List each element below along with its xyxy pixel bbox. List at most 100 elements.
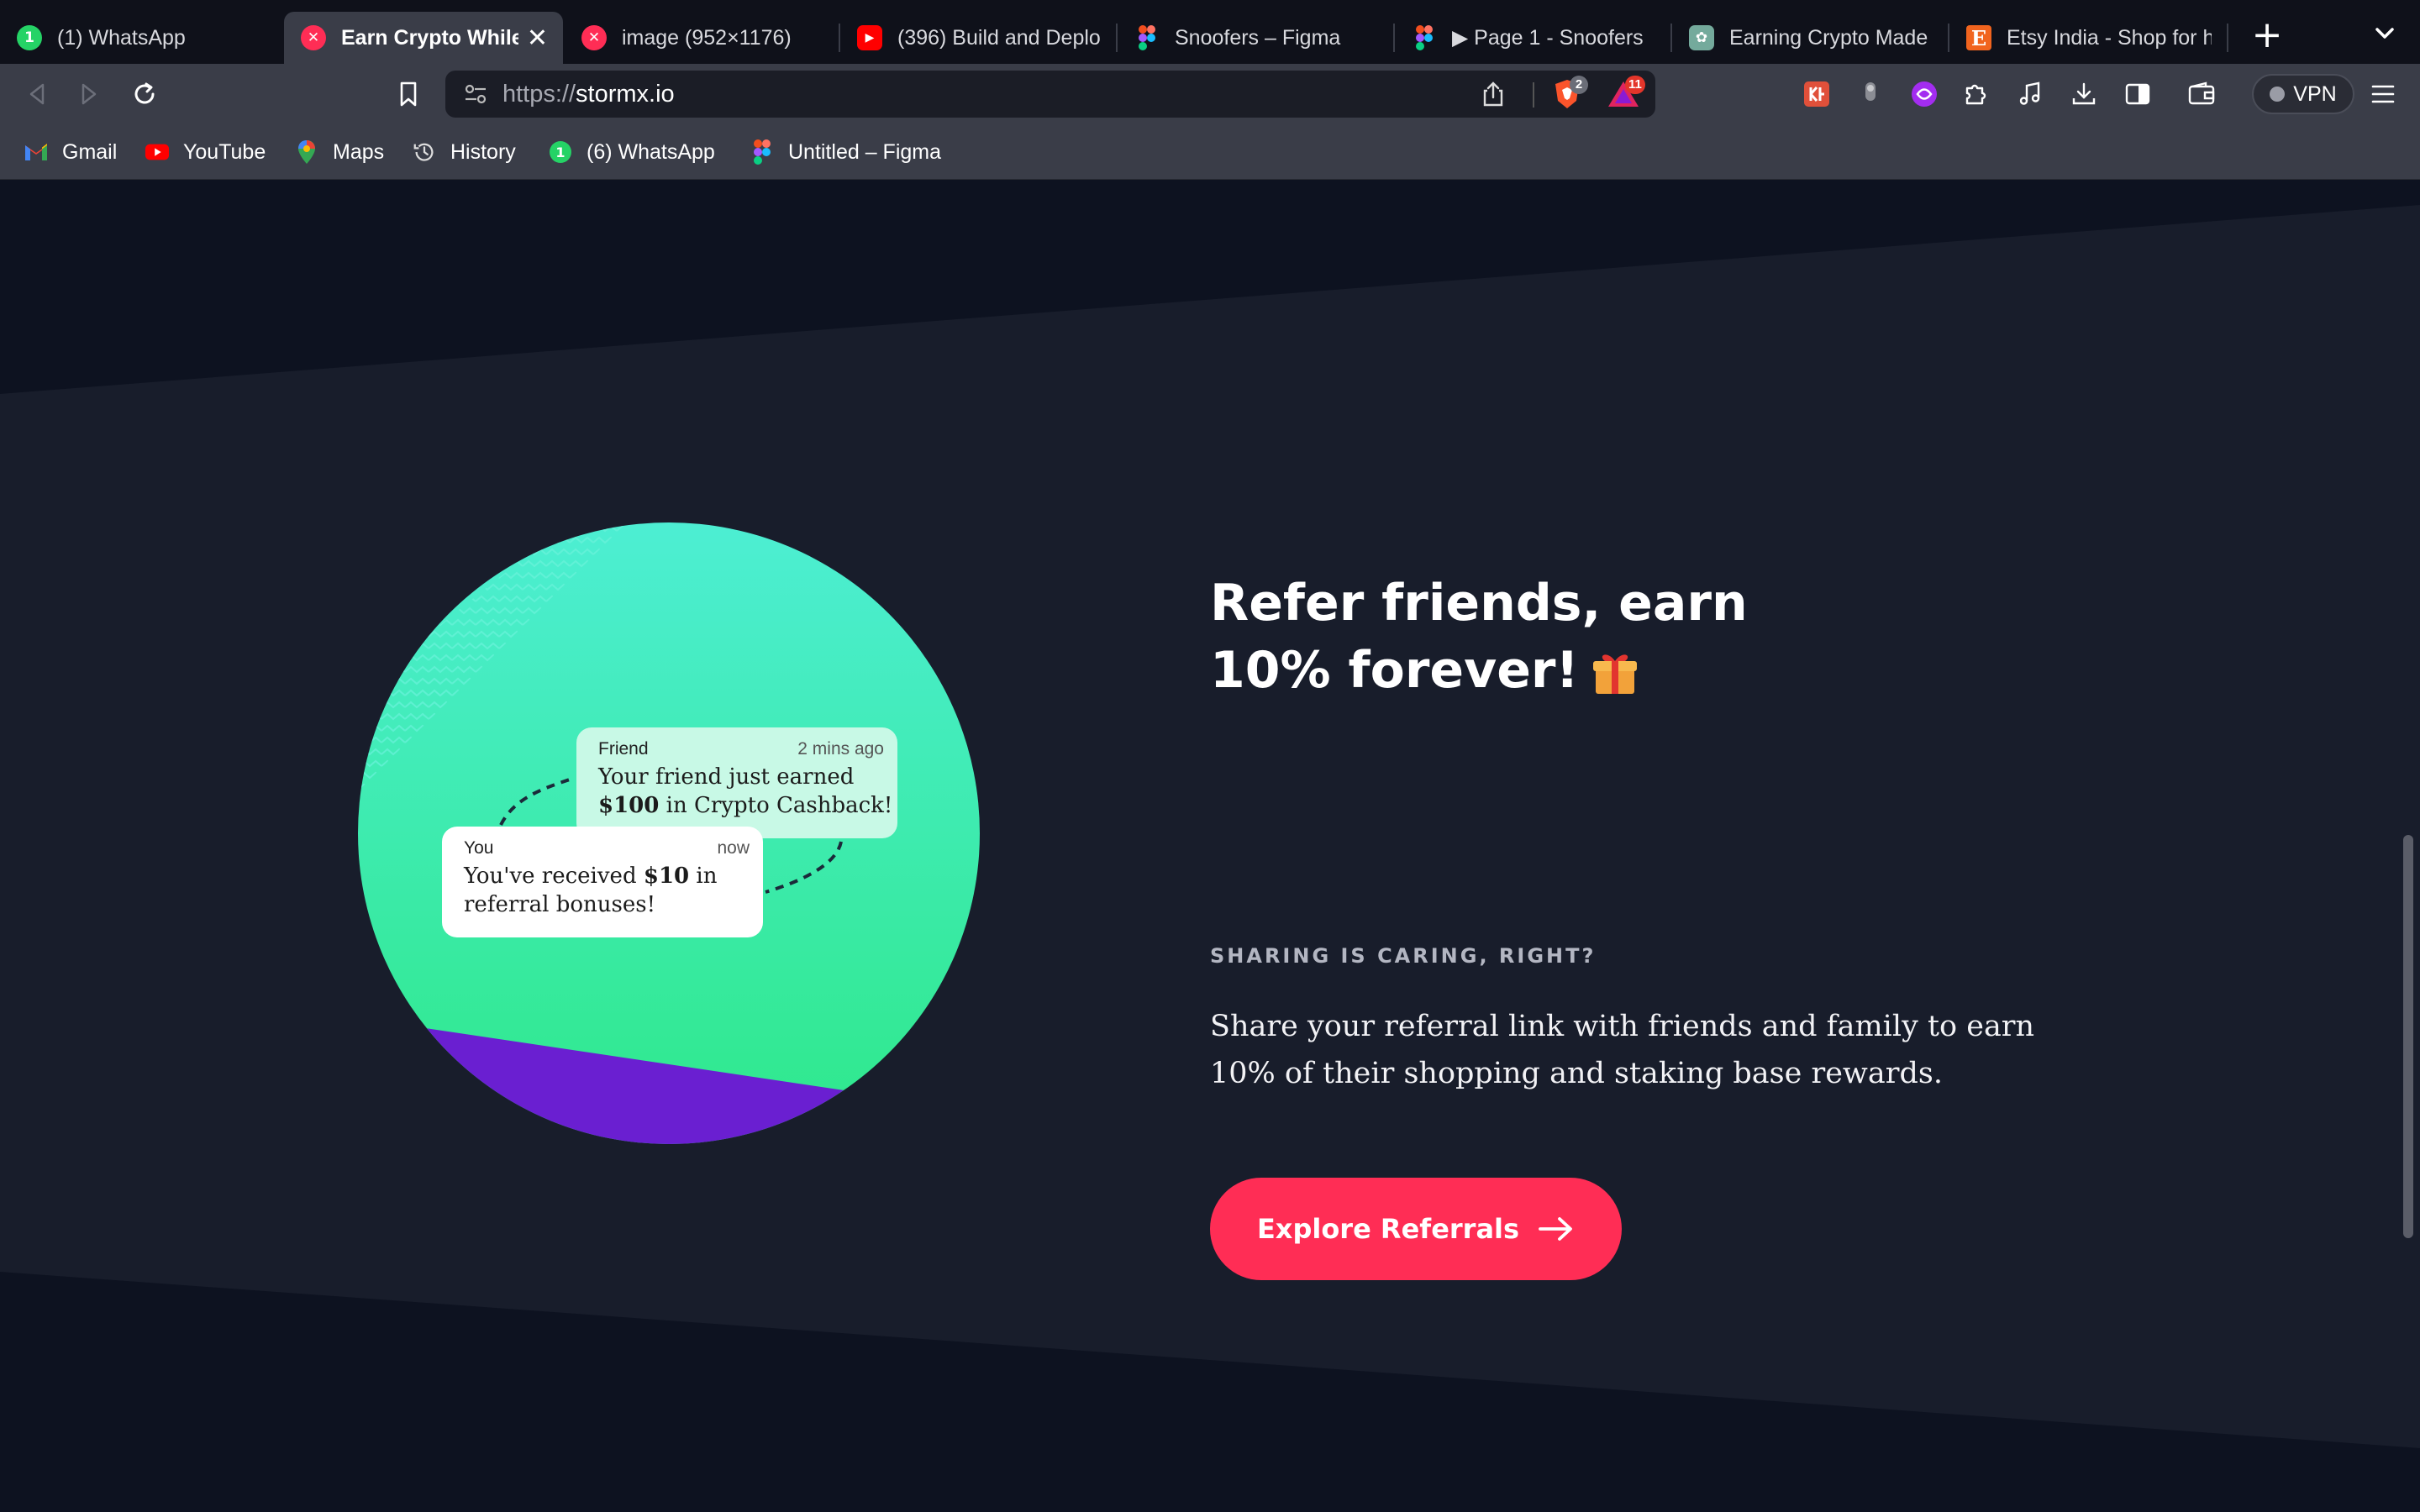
reload-button[interactable]	[126, 76, 163, 113]
section-eyebrow: SHARING IS CARING, RIGHT?	[1210, 944, 1597, 968]
stormx-icon: ✕	[581, 25, 607, 50]
message-text: in	[696, 864, 718, 889]
extension-purple-icon[interactable]	[1906, 76, 1943, 113]
tab-label: (396) Build and Deploy	[897, 25, 1101, 50]
whatsapp-icon: 1	[548, 139, 573, 165]
bookmark-whatsapp[interactable]: 1 (6) WhatsApp	[548, 136, 715, 168]
tab-strip: 1 (1) WhatsApp ✕ Earn Crypto While ✕ ✕ i…	[0, 0, 2420, 64]
back-icon	[29, 83, 45, 105]
bookmark-label: YouTube	[183, 139, 266, 164]
bookmark-button[interactable]	[390, 76, 427, 113]
main-menu-icon[interactable]	[2365, 76, 2402, 113]
message-text: You've received	[464, 864, 637, 889]
url-text[interactable]: https://stormx.io	[502, 71, 675, 118]
download-icon[interactable]	[2065, 76, 2102, 113]
message-amount: $100	[598, 793, 660, 818]
wallet-icon[interactable]	[2183, 76, 2220, 113]
sidebar-toggle-icon[interactable]	[2119, 76, 2156, 113]
url-host: stormx.io	[576, 81, 675, 108]
etsy-icon: E	[1966, 25, 1991, 50]
arrow-right-icon	[1539, 1217, 1572, 1241]
tab-etsy[interactable]: E Etsy India - Shop for h	[1949, 12, 2227, 64]
site-settings-icon[interactable]	[462, 81, 489, 112]
bookmark-label: History	[450, 139, 516, 164]
tab-figma-snoofers[interactable]: Snoofers – Figma	[1118, 12, 1393, 64]
tab-label: image (952×1176)	[622, 25, 792, 50]
tab-chatgpt[interactable]: ✿ Earning Crypto Made S	[1672, 12, 1948, 64]
tab-label: Earn Crypto While	[341, 25, 518, 50]
forward-button[interactable]	[71, 76, 108, 113]
bookmark-label: (6) WhatsApp	[587, 139, 715, 164]
stormx-icon: ✕	[301, 25, 326, 50]
address-bar[interactable]: https://stormx.io 2 11	[445, 71, 1655, 118]
cta-label: Explore Referrals	[1256, 1213, 1520, 1245]
extension-mic-icon[interactable]	[1852, 76, 1889, 113]
message-text: in Crypto Cashback!	[666, 793, 893, 818]
tab-whatsapp[interactable]: 1 (1) WhatsApp	[0, 12, 282, 64]
brave-rewards-icon[interactable]: 11	[1607, 76, 1645, 113]
explore-referrals-button[interactable]: Explore Referrals	[1210, 1178, 1622, 1280]
tab-label: Earning Crypto Made S	[1729, 25, 1933, 50]
bookmark-gmail[interactable]: Gmail	[24, 136, 117, 168]
tab-label: (1) WhatsApp	[57, 25, 186, 50]
tab-figma-page1[interactable]: ▶ Page 1 - Snoofers	[1395, 12, 1670, 64]
bookmark-label: Maps	[333, 139, 385, 164]
tab-youtube[interactable]: ▶ (396) Build and Deploy	[840, 12, 1116, 64]
browser-toolbar: https://stormx.io 2 11 VPN	[0, 64, 2420, 124]
tab-label: Snoofers – Figma	[1175, 25, 1341, 50]
page-content: Friend 2 mins ago Your friend just earne…	[0, 180, 2420, 1512]
whatsapp-icon: 1	[17, 25, 42, 50]
tab-image[interactable]: ✕ image (952×1176)	[565, 12, 839, 64]
vpn-button[interactable]: VPN	[2252, 74, 2354, 114]
forward-icon	[82, 83, 97, 105]
reload-icon	[134, 82, 155, 104]
shields-count-badge: 2	[1570, 76, 1588, 94]
share-icon[interactable]	[1481, 81, 1506, 112]
message-amount: $10	[643, 864, 690, 889]
you-notification-card: You now You've received $10 in referral …	[442, 827, 763, 937]
notification-message: Your friend just earned $100 in Crypto C…	[598, 763, 892, 820]
brave-shields-icon[interactable]: 2	[1551, 76, 1588, 115]
figma-icon	[1412, 25, 1437, 50]
headline-text: 10% forever!	[1210, 641, 1579, 700]
chatgpt-icon: ✿	[1689, 25, 1714, 50]
tab-stormx-active[interactable]: ✕ Earn Crypto While ✕	[284, 12, 563, 64]
message-text: Your friend just earned	[598, 764, 855, 790]
notification-sender: Friend	[598, 739, 649, 759]
section-body: Share your referral link with friends an…	[1210, 1010, 2035, 1090]
section-headline: Refer friends, earn 10% forever!	[1210, 570, 1798, 704]
extension-kbd-icon[interactable]	[1798, 76, 1835, 113]
bookmark-icon	[400, 81, 417, 107]
history-icon	[412, 139, 437, 165]
vpn-status-icon	[2270, 87, 2286, 102]
youtube-icon	[145, 139, 170, 165]
scrollbar-thumb[interactable]	[2403, 835, 2413, 1238]
media-music-icon[interactable]	[2012, 76, 2049, 113]
chevron-down-icon[interactable]	[2368, 17, 2402, 50]
close-tab-icon[interactable]: ✕	[527, 24, 548, 53]
youtube-icon: ▶	[857, 25, 882, 50]
svg-text:1: 1	[555, 144, 565, 160]
figma-icon	[750, 139, 775, 165]
tab-divider	[2227, 24, 2228, 52]
gift-icon	[1592, 654, 1637, 695]
url-divider	[1533, 82, 1534, 108]
vpn-label: VPN	[2293, 81, 2337, 106]
extensions-puzzle-icon[interactable]	[1958, 76, 1995, 113]
tab-label: ▶ Page 1 - Snoofers	[1452, 26, 1644, 50]
gmail-icon	[24, 139, 49, 165]
bookmark-youtube[interactable]: YouTube	[145, 136, 266, 168]
tab-label: Etsy India - Shop for h	[2007, 25, 2212, 50]
notification-time: 2 mins ago	[797, 739, 884, 759]
headline-line-2: 10% forever!	[1210, 637, 1798, 704]
bookmark-maps[interactable]: Maps	[294, 136, 384, 168]
new-tab-button[interactable]: +	[2245, 13, 2289, 57]
bookmark-history[interactable]: History	[412, 136, 516, 168]
back-button[interactable]	[18, 76, 55, 113]
bookmark-label: Untitled – Figma	[788, 139, 942, 164]
maps-icon	[294, 139, 319, 165]
message-text: referral bonuses!	[464, 892, 656, 917]
notification-sender: You	[464, 838, 494, 858]
bookmark-figma[interactable]: Untitled – Figma	[750, 136, 941, 168]
friend-notification-card: Friend 2 mins ago Your friend just earne…	[576, 727, 897, 838]
